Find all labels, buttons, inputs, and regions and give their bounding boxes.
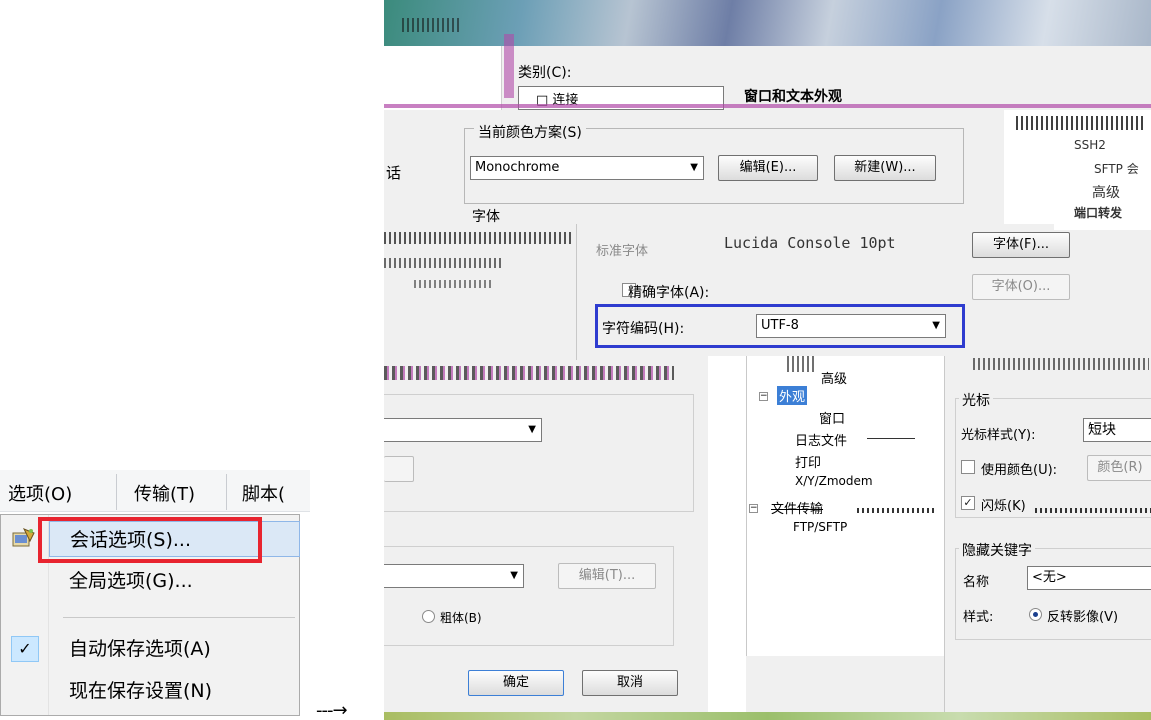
tree-glitch xyxy=(787,356,817,372)
tree-item-advanced[interactable]: 高级 xyxy=(821,368,847,387)
artifact-band xyxy=(504,34,514,98)
save-settings-now-item[interactable]: 现在保存设置(N) xyxy=(49,673,300,709)
reverse-video-label: 反转影像(V) xyxy=(1047,610,1119,625)
artifact-band xyxy=(384,104,1151,108)
collapse-icon[interactable]: − xyxy=(759,392,768,401)
standard-font-value: Lucida Console 10pt xyxy=(724,234,896,252)
tree-item-appearance[interactable]: 外观 xyxy=(777,386,808,405)
tree-artifact-line xyxy=(867,438,915,439)
blink-label: 闪烁(K) xyxy=(981,499,1026,514)
chevron-down-icon: ▼ xyxy=(528,424,536,435)
encoding-label: 字符编码(H): xyxy=(602,321,685,337)
cursor-style-select[interactable]: 短块 xyxy=(1083,418,1151,442)
left-group-box xyxy=(384,394,694,512)
bold-label: 粗体(B) xyxy=(440,611,482,625)
precise-font-label: 精确字体(A): xyxy=(628,285,710,301)
tree-item-log-file[interactable]: 日志文件 xyxy=(795,430,847,449)
color-scheme-value: Monochrome xyxy=(475,160,560,175)
title-glitch xyxy=(402,18,462,32)
encoding-value: UTF-8 xyxy=(761,318,799,333)
hidden-keys-group xyxy=(955,548,1151,640)
left-glitch xyxy=(384,366,674,380)
cursor-color-button[interactable]: 颜色(R) xyxy=(1087,455,1151,481)
precise-font-button[interactable]: 字体(O)... xyxy=(972,274,1070,300)
color-scheme-legend: 当前颜色方案(S) xyxy=(474,122,586,142)
menu-transfer[interactable]: 传输(T) xyxy=(134,480,195,506)
hidden-keys-name-label: 名称 xyxy=(963,575,990,590)
tree-item-sftp-session[interactable]: SFTP 会 xyxy=(1094,160,1139,177)
edit-disabled-button[interactable]: 编辑(T)... xyxy=(558,563,656,589)
new-scheme-button[interactable]: 新建(W)... xyxy=(834,155,936,181)
tree-glitch xyxy=(857,508,937,513)
category-tree: 高级 − 外观 窗口 日志文件 打印 X/Y/Zmodem − 文件传输 FTP… xyxy=(746,356,946,656)
tree-item-print[interactable]: 打印 xyxy=(795,452,821,471)
menu-options[interactable]: 选项(O) xyxy=(8,480,72,506)
encoding-select[interactable]: UTF-8 ▼ xyxy=(756,314,946,338)
left-select-2[interactable]: ▼ xyxy=(384,564,524,588)
font-legend: 字体 xyxy=(472,209,500,225)
tree-item-port-forward[interactable]: 端口转发 xyxy=(1074,204,1122,221)
standard-font-label: 标准字体 xyxy=(596,244,649,259)
edit-scheme-button[interactable]: 编辑(E)... xyxy=(718,155,818,181)
use-color-checkbox[interactable] xyxy=(961,460,975,474)
left-glitch xyxy=(384,232,574,244)
tree-item-ftp-sftp[interactable]: FTP/SFTP xyxy=(793,520,847,534)
pane-title: 窗口和文本外观 xyxy=(744,89,842,105)
tree-glitch xyxy=(1016,116,1146,130)
checkmark-icon: ✓ xyxy=(11,636,39,662)
left-group-box-2 xyxy=(384,546,674,646)
chevron-down-icon: ▼ xyxy=(510,570,518,581)
menu-bar-separator xyxy=(226,474,227,510)
cursor-style-label: 光标样式(Y): xyxy=(961,428,1036,443)
menu-separator xyxy=(63,617,295,618)
tree-item-file-transfer[interactable]: 文件传输 xyxy=(771,498,823,517)
blink-checkbox[interactable]: ✓ xyxy=(961,496,975,510)
collapse-icon[interactable]: − xyxy=(749,504,758,513)
session-options-icon xyxy=(12,528,35,547)
chevron-down-icon: ▼ xyxy=(932,320,940,331)
cursor-legend: 光标 xyxy=(959,390,993,410)
ok-button[interactable]: 确定 xyxy=(468,670,564,696)
global-options-item[interactable]: 全局选项(G)... xyxy=(49,563,300,599)
menu-bar: 选项(O) 传输(T) 脚本( xyxy=(0,470,310,512)
autosave-options-item[interactable]: 自动保存选项(A) xyxy=(49,631,300,667)
menu-bar-separator xyxy=(116,474,117,510)
tree-item-advanced[interactable]: 高级 xyxy=(1092,182,1120,202)
cancel-button[interactable]: 取消 xyxy=(582,670,678,696)
dialog-titlebar xyxy=(384,0,1151,46)
color-scheme-select[interactable]: Monochrome ▼ xyxy=(470,156,704,180)
left-glitch xyxy=(414,280,494,288)
divider-strip xyxy=(708,356,746,720)
desktop-strip xyxy=(384,712,1151,720)
hidden-keys-name-select[interactable]: <无> xyxy=(1027,566,1151,590)
flow-arrow: ---→ xyxy=(316,700,348,720)
pane-glitch xyxy=(973,358,1149,370)
pane-glitch xyxy=(1035,508,1151,513)
session-options-highlight xyxy=(38,517,262,563)
session-label-fragment: 话 xyxy=(386,164,402,182)
reverse-video-radio[interactable] xyxy=(1029,608,1042,621)
left-select[interactable]: ▼ xyxy=(384,418,542,442)
left-partial-button[interactable] xyxy=(384,456,414,482)
standard-font-button[interactable]: 字体(F)... xyxy=(972,232,1070,258)
tree-item-xyzmodem[interactable]: X/Y/Zmodem xyxy=(795,474,873,488)
chevron-down-icon: ▼ xyxy=(690,162,698,173)
tree-item-ssh2[interactable]: SSH2 xyxy=(1074,138,1106,152)
bold-radio[interactable] xyxy=(422,610,435,623)
hidden-keys-style-label: 样式: xyxy=(963,610,994,625)
appearance-right-pane: 光标 光标样式(Y): 短块 使用颜色(U): 颜色(R) ✓ 闪烁(K) 隐藏… xyxy=(944,356,1151,720)
use-color-label: 使用颜色(U): xyxy=(981,463,1058,478)
category-label: 类别(C): xyxy=(518,65,572,81)
options-menu: 选项(O) 传输(T) 脚本( 会话选项(S)... 全局选项(G)... ✓ … xyxy=(0,470,310,718)
left-glitch xyxy=(384,258,504,268)
cursor-style-value: 短块 xyxy=(1088,422,1116,438)
session-options-dialog: 类别(C): □ 连接 窗口和文本外观 当前颜色方案(S) 话 Monochro… xyxy=(384,0,1151,720)
menu-script[interactable]: 脚本( xyxy=(242,480,285,506)
hidden-keys-legend: 隐藏关键字 xyxy=(959,540,1035,560)
tree-item-window[interactable]: 窗口 xyxy=(819,408,845,427)
hidden-keys-name-value: <无> xyxy=(1032,570,1067,585)
